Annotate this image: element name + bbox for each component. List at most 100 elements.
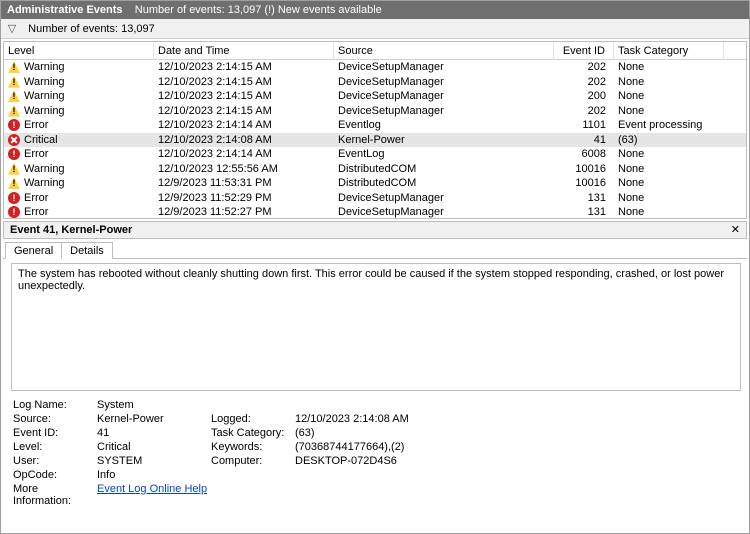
cell-level: Error [24,147,48,162]
lbl-source: Source: [13,413,93,425]
cell-level: Warning [24,162,65,177]
table-row[interactable]: Warning12/10/2023 12:55:56 AMDistributed… [4,162,746,177]
lbl-opcode: OpCode: [13,469,93,481]
tab-general[interactable]: General [5,242,62,259]
cell-datetime: 12/10/2023 2:14:08 AM [154,133,334,148]
col-datetime[interactable]: Date and Time [154,42,334,60]
lbl-logname: Log Name: [13,399,93,411]
crit-icon [8,134,20,146]
cell-eventid: 202 [554,60,614,75]
err-icon [8,148,20,160]
cell-taskcat: None [614,104,724,119]
val-computer: DESKTOP-072D4S6 [295,455,495,467]
cell-eventid: 202 [554,75,614,90]
val-logged: 12/10/2023 2:14:08 AM [295,413,495,425]
lbl-taskcat: Task Category: [211,427,291,439]
warn-icon [8,105,20,117]
lbl-user: User: [13,455,93,467]
col-level[interactable]: Level [4,42,154,60]
moreinfo-link[interactable]: Event Log Online Help [97,483,207,495]
val-opcode: Info [97,469,207,481]
col-taskcat[interactable]: Task Category [614,42,724,60]
cell-level: Warning [24,60,65,75]
lbl-logged: Logged: [211,413,291,425]
table-row[interactable]: Warning12/9/2023 11:53:31 PMDistributedC… [4,176,746,191]
cell-taskcat: None [614,176,724,191]
cell-taskcat: None [614,205,724,219]
cell-source: Eventlog [334,118,554,133]
event-list-body[interactable]: Warning12/10/2023 2:14:15 AMDeviceSetupM… [4,60,746,219]
titlebar-title: Administrative Events [7,4,123,16]
err-icon [8,192,20,204]
close-icon[interactable]: ✕ [731,221,740,239]
cell-taskcat: None [614,60,724,75]
cell-datetime: 12/9/2023 11:52:27 PM [154,205,334,219]
cell-source: DistributedCOM [334,176,554,191]
cell-source: DeviceSetupManager [334,191,554,206]
column-headers[interactable]: Level Date and Time Source Event ID Task… [4,42,746,60]
table-row[interactable]: Critical12/10/2023 2:14:08 AMKernel-Powe… [4,133,746,148]
cell-taskcat: (63) [614,133,724,148]
cell-taskcat: Event processing [614,118,724,133]
cell-source: DistributedCOM [334,162,554,177]
titlebar: Administrative Events Number of events: … [1,1,749,19]
cell-eventid: 10016 [554,162,614,177]
val-source: Kernel-Power [97,413,207,425]
val-taskcat: (63) [295,427,495,439]
warn-icon [8,163,20,175]
cell-eventid: 131 [554,205,614,219]
cell-taskcat: None [614,162,724,177]
warn-icon [8,76,20,88]
err-icon [8,119,20,131]
cell-eventid: 200 [554,89,614,104]
cell-source: EventLog [334,147,554,162]
lbl-level: Level: [13,441,93,453]
err-icon [8,206,20,218]
tab-details[interactable]: Details [61,242,113,259]
details-header: Event 41, Kernel-Power ✕ [3,221,747,239]
table-row[interactable]: Error12/9/2023 11:52:29 PMDeviceSetupMan… [4,191,746,206]
cell-datetime: 12/10/2023 2:14:14 AM [154,147,334,162]
cell-taskcat: None [614,75,724,90]
details-title: Event 41, Kernel-Power [10,221,132,239]
cell-datetime: 12/10/2023 2:14:15 AM [154,104,334,119]
cell-source: DeviceSetupManager [334,75,554,90]
table-row[interactable]: Warning12/10/2023 2:14:15 AMDeviceSetupM… [4,89,746,104]
cell-level: Error [24,118,48,133]
cell-level: Warning [24,75,65,90]
table-row[interactable]: Error12/9/2023 11:52:27 PMDeviceSetupMan… [4,205,746,219]
cell-eventid: 1101 [554,118,614,133]
cell-level: Warning [24,104,65,119]
col-eventid[interactable]: Event ID [554,42,614,60]
cell-datetime: 12/10/2023 2:14:14 AM [154,118,334,133]
warn-icon [8,90,20,102]
cell-eventid: 10016 [554,176,614,191]
table-row[interactable]: Warning12/10/2023 2:14:15 AMDeviceSetupM… [4,60,746,75]
cell-eventid: 202 [554,104,614,119]
val-keywords: (70368744177664),(2) [295,441,495,453]
filter-count: Number of events: 13,097 [28,23,155,35]
filter-bar: ▽ Number of events: 13,097 [1,19,749,39]
event-message[interactable]: The system has rebooted without cleanly … [11,263,741,391]
details-tabs: General Details [3,241,747,259]
warn-icon [8,61,20,73]
table-row[interactable]: Error12/10/2023 2:14:14 AMEventLog6008No… [4,147,746,162]
cell-level: Error [24,205,48,219]
val-eventid: 41 [97,427,207,439]
cell-source: DeviceSetupManager [334,104,554,119]
val-level: Critical [97,441,207,453]
table-row[interactable]: Warning 12/10/2023 2:14:15 AMDeviceSetupM… [4,75,746,90]
cell-datetime: 12/10/2023 2:14:15 AM [154,60,334,75]
cell-level: Error [24,191,48,206]
cell-datetime: 12/10/2023 2:14:15 AM [154,75,334,90]
lbl-moreinfo: More Information: [13,483,93,507]
cell-level: Warning [24,176,65,191]
lbl-eventid: Event ID: [13,427,93,439]
filter-icon[interactable]: ▽ [5,19,19,39]
col-source[interactable]: Source [334,42,554,60]
event-list: Level Date and Time Source Event ID Task… [3,41,747,219]
val-logname: System [97,399,207,411]
table-row[interactable]: Error 12/10/2023 2:14:14 AMEventlog1101Ev… [4,118,746,133]
table-row[interactable]: Warning 12/10/2023 2:14:15 AMDeviceSetupM… [4,104,746,119]
cell-datetime: 12/10/2023 2:14:15 AM [154,89,334,104]
